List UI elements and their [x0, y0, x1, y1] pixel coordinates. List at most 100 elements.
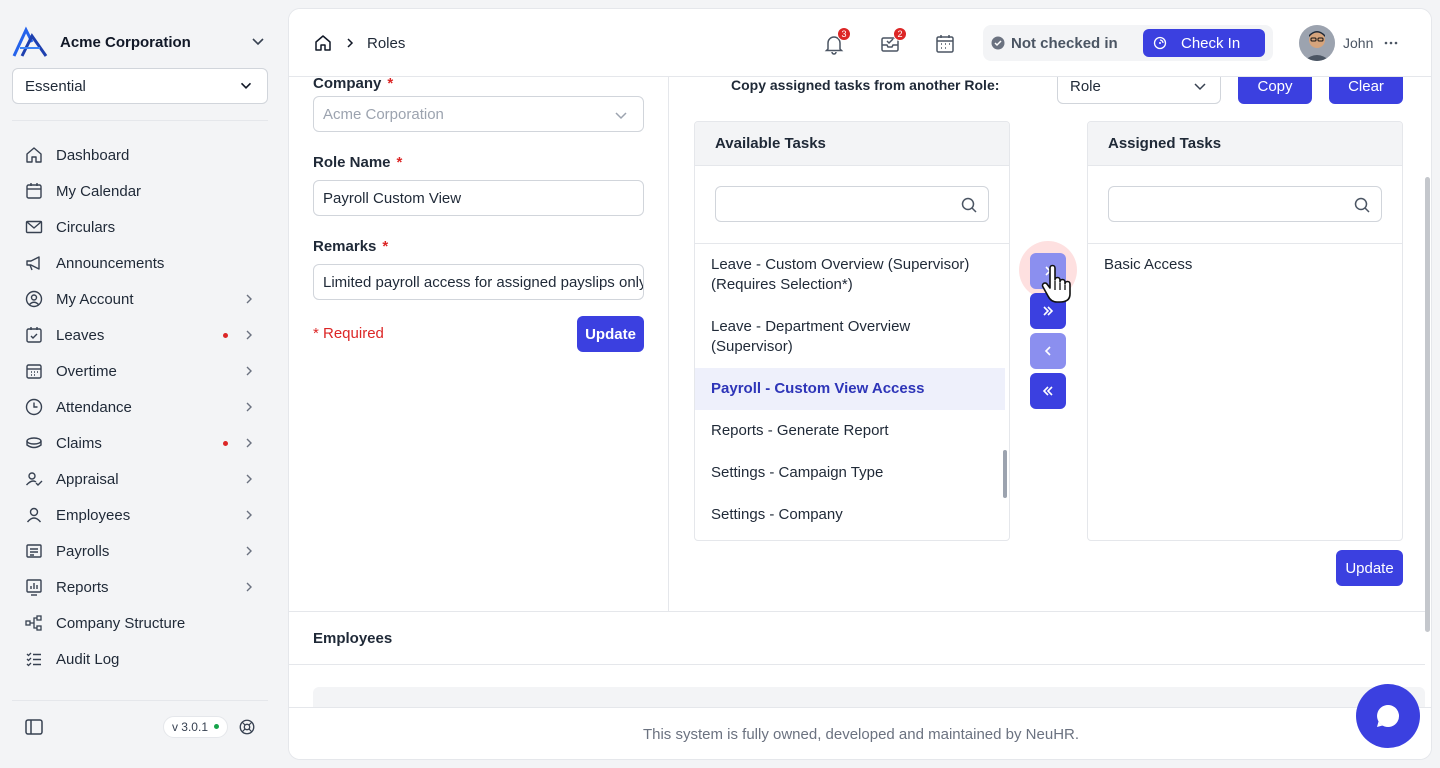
checklist-icon [26, 652, 41, 667]
form-update-button[interactable]: Update [577, 316, 644, 352]
user-name: John [1343, 35, 1374, 51]
sidebar-item-claims[interactable]: Claims [12, 425, 268, 461]
chat-button[interactable] [1356, 684, 1420, 748]
role-name-label-text: Role Name [313, 154, 391, 171]
sidebar-item-payrolls[interactable]: Payrolls [12, 533, 268, 569]
chevron-left-icon [1044, 346, 1051, 356]
fingerprint-icon [1153, 36, 1167, 50]
sidebar-item-my-calendar[interactable]: My Calendar [12, 173, 268, 209]
role-name-input[interactable]: Payroll Custom View [313, 180, 644, 216]
company-select[interactable]: Acme Corporation [313, 96, 644, 132]
plan-select[interactable]: Essential [12, 68, 268, 104]
status-check-icon [991, 36, 1005, 50]
user-icon [26, 507, 42, 523]
chevron-right-icon [246, 330, 252, 340]
remarks-value: Limited payroll access for assigned pays… [323, 273, 644, 291]
megaphone-icon [26, 256, 40, 271]
calendar-button[interactable] [934, 33, 956, 55]
user-menu[interactable]: John [1299, 25, 1399, 61]
copy-button-label: Copy [1257, 77, 1293, 95]
required-note: * Required [313, 325, 384, 342]
notifications-button[interactable]: 3 [823, 27, 851, 55]
mail-icon [25, 220, 43, 234]
sidebar-item-attendance[interactable]: Attendance [12, 389, 268, 425]
assigned-tasks-search[interactable] [1108, 186, 1382, 222]
move-all-left-button[interactable] [1030, 373, 1066, 409]
sidebar-item-label: Attendance [56, 398, 132, 416]
sidebar-item-announcements[interactable]: Announcements [12, 245, 268, 281]
chevron-down-icon [615, 112, 627, 120]
inbox-badge: 2 [893, 27, 907, 41]
remarks-label-text: Remarks [313, 238, 377, 255]
sidebar-item-label: Employees [56, 506, 131, 524]
notification-dot [223, 332, 228, 338]
version-label: v 3.0.1 [171, 719, 208, 734]
sidebar-item-reports[interactable]: Reports [12, 569, 268, 605]
sidebar: Acme Corporation Essential Dashboard My C… [0, 0, 280, 768]
chevron-right-icon [246, 546, 252, 556]
chevron-down-icon [1194, 83, 1206, 91]
company-switcher[interactable]: Acme Corporation [12, 26, 268, 58]
company-logo-icon [12, 26, 48, 57]
sidebar-item-label: Claims [56, 434, 102, 452]
available-task-item[interactable]: Settings - Campaign Type [695, 452, 1005, 494]
form-update-label: Update [585, 325, 636, 343]
remarks-label: Remarks * [313, 238, 388, 255]
sidebar-item-label: Appraisal [56, 470, 119, 488]
plan-select-value: Essential [25, 77, 86, 95]
search-icon [1354, 197, 1370, 213]
company-name: Acme Corporation [60, 33, 191, 51]
company-label-text: Company [313, 75, 382, 92]
calendar-icon [26, 183, 42, 199]
sidebar-item-label: My Account [56, 290, 134, 308]
clock-icon [25, 398, 43, 416]
support-icon[interactable] [238, 718, 256, 736]
sidebar-item-my-account[interactable]: My Account [12, 281, 268, 317]
inbox-button[interactable]: 2 [879, 27, 907, 55]
avatar [1299, 25, 1335, 61]
sidebar-item-label: Payrolls [56, 542, 110, 560]
sidebar-item-leaves[interactable]: Leaves [12, 317, 268, 353]
copy-role-select-value: Role [1070, 77, 1101, 95]
available-task-item[interactable]: Leave - Custom Overview (Supervisor) (Re… [695, 244, 1005, 306]
receipt-icon [26, 544, 42, 558]
chevron-right-icon [246, 366, 252, 376]
sidebar-item-audit-log[interactable]: Audit Log [12, 641, 268, 677]
chevron-right-icon [246, 438, 252, 448]
tasks-update-button[interactable]: Update [1336, 550, 1403, 586]
hand-pointer-cursor-icon [1041, 264, 1071, 303]
available-tasks-scrollbar[interactable] [1003, 450, 1007, 498]
version-badge: v 3.0.1 [162, 715, 228, 738]
sidebar-collapse-icon[interactable] [24, 717, 44, 737]
home-icon[interactable] [313, 33, 333, 53]
assigned-task-item[interactable]: Basic Access [1088, 244, 1398, 286]
check-in-button[interactable]: Check In [1143, 29, 1265, 57]
copy-tasks-label: Copy assigned tasks from another Role: [731, 77, 1000, 93]
chevron-down-icon [240, 82, 252, 89]
sidebar-item-overtime[interactable]: Overtime [12, 353, 268, 389]
main-scrollbar[interactable] [1425, 177, 1430, 632]
move-selected-left-button[interactable] [1030, 333, 1066, 369]
org-chart-icon [25, 615, 42, 631]
search-icon [961, 197, 977, 213]
available-task-item[interactable]: Settings - Company [695, 494, 1005, 536]
available-tasks-search[interactable] [715, 186, 989, 222]
required-mark: * [382, 238, 389, 255]
sidebar-item-employees[interactable]: Employees [12, 497, 268, 533]
sidebar-item-circulars[interactable]: Circulars [12, 209, 268, 245]
available-task-item[interactable]: Payroll - Custom View Access [695, 368, 1005, 410]
avatar-image [1299, 25, 1335, 61]
coins-icon [26, 437, 42, 449]
more-horizontal-icon[interactable] [1383, 35, 1399, 51]
sidebar-item-appraisal[interactable]: Appraisal [12, 461, 268, 497]
sidebar-item-company-structure[interactable]: Company Structure [12, 605, 268, 641]
available-task-item[interactable]: Reports - Generate Report [695, 410, 1005, 452]
available-task-item[interactable]: Leave - Department Overview (Supervisor) [695, 306, 1005, 368]
sidebar-item-label: My Calendar [56, 182, 142, 200]
chevron-down-icon [252, 38, 264, 46]
sidebar-item-dashboard[interactable]: Dashboard [12, 137, 268, 173]
employees-title: Employees [313, 630, 393, 647]
chevron-right-icon [246, 474, 252, 484]
available-tasks-search-wrap [695, 166, 1009, 244]
remarks-input[interactable]: Limited payroll access for assigned pays… [313, 264, 644, 300]
